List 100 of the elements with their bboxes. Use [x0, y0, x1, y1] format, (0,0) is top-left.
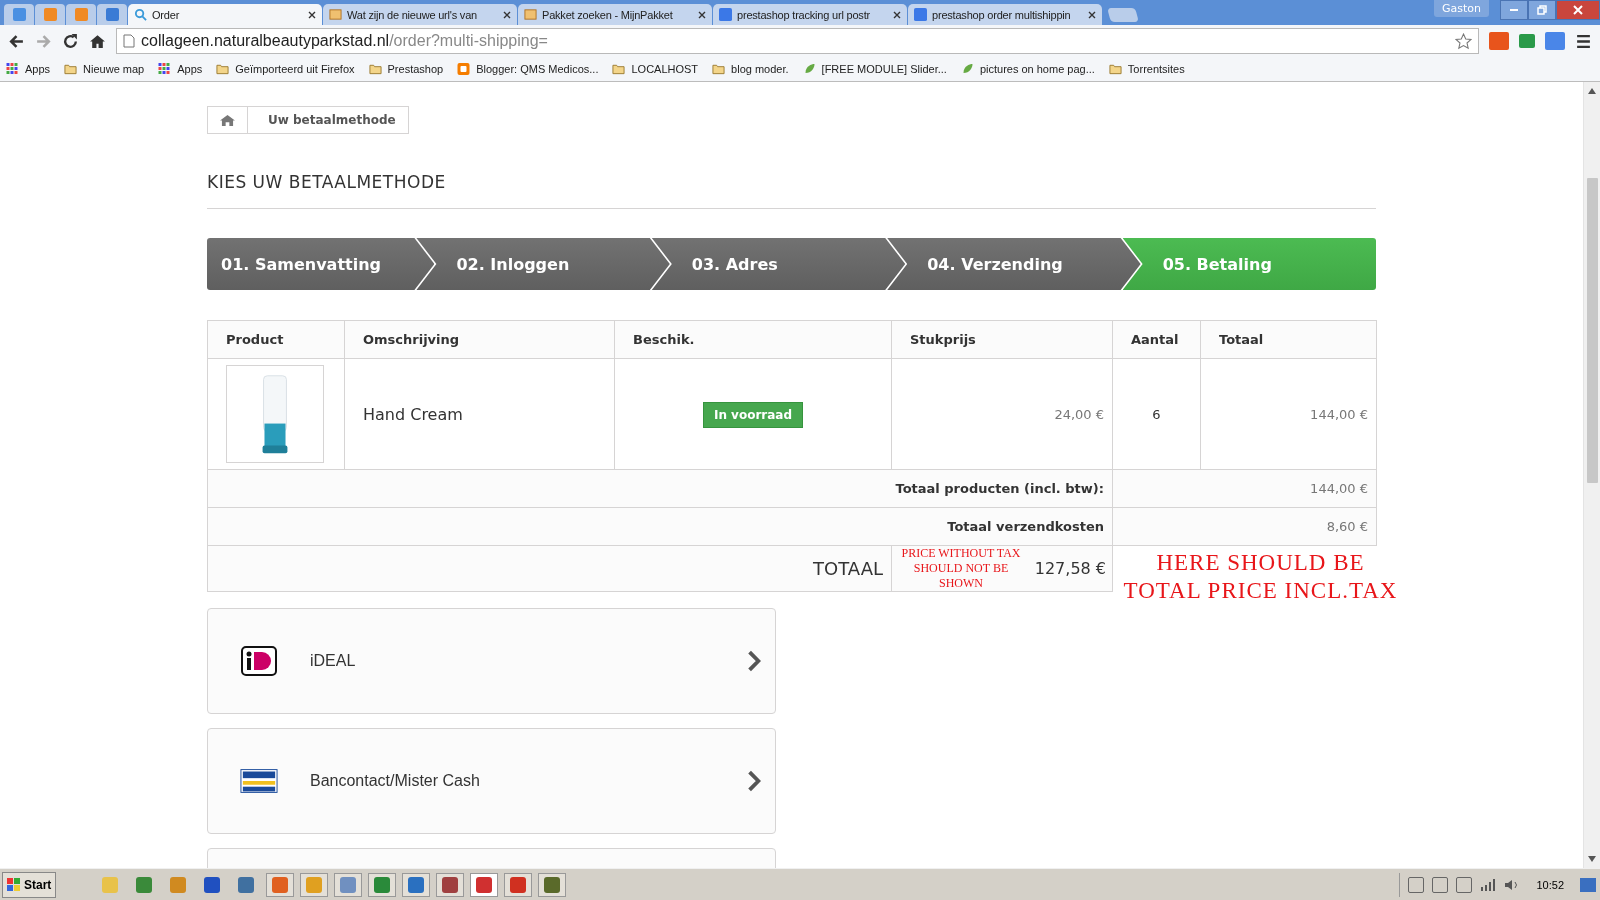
restore-button[interactable]: [1528, 0, 1556, 20]
close-icon[interactable]: [893, 10, 901, 19]
close-icon[interactable]: [698, 10, 706, 19]
site-icon: [74, 8, 88, 21]
taskbar-app-icon[interactable]: [504, 872, 533, 897]
browser-tab[interactable]: Order: [128, 4, 322, 25]
site-icon: [12, 8, 26, 21]
address-bar[interactable]: collageen.naturalbeautyparkstad.nl/order?multi-shipping=: [116, 28, 1479, 54]
browser-tab[interactable]: Wat zijn de nieuwe url's van: [323, 4, 517, 25]
total-value: 144,00 €: [1112, 469, 1377, 508]
search-icon: [134, 8, 147, 21]
bookmark[interactable]: LOCALHOST: [612, 63, 699, 75]
pinned-tab[interactable]: [4, 4, 34, 25]
taskbar-app-icon[interactable]: [538, 872, 567, 897]
taskbar-app-icon[interactable]: [470, 872, 499, 897]
taskbar-app-icon[interactable]: [368, 872, 397, 897]
close-icon[interactable]: [503, 10, 511, 19]
folder-icon: [712, 63, 726, 75]
close-icon[interactable]: [308, 10, 316, 19]
back-icon[interactable]: [8, 32, 25, 50]
checkout-step[interactable]: 04. Verzending: [887, 238, 1141, 290]
annotation-text: PRICE WITHOUT TAX SHOULD NOT BE SHOWN: [900, 546, 1022, 591]
menu-icon[interactable]: [1575, 32, 1592, 50]
browser-tab[interactable]: Pakket zoeken - MijnPakket: [518, 4, 712, 25]
line-total: 144,00 €: [1200, 358, 1377, 470]
payment-option[interactable]: Bancontact/Mister Cash: [207, 728, 776, 834]
chevron-right-icon: [747, 770, 761, 792]
grand-total-value: 127,58 €: [1034, 559, 1106, 578]
bookmark[interactable]: Nieuwe map: [64, 63, 145, 75]
browser-tab[interactable]: prestashop order multishippin: [908, 4, 1102, 25]
column-header: Aantal: [1112, 320, 1201, 359]
windows-logo-icon: [7, 877, 21, 892]
checkout-step[interactable]: 02. Inloggen: [416, 238, 670, 290]
page-heading: KIES UW BETAALMETHODE: [207, 172, 1376, 209]
product-name: Hand Cream: [344, 358, 615, 470]
page-icon: [524, 8, 537, 21]
checkout-step[interactable]: 03. Adres: [651, 238, 906, 290]
restore-icon: [1537, 5, 1547, 15]
column-header: Stukprijs: [891, 320, 1113, 359]
site-icon: [43, 8, 57, 21]
column-header: Product: [207, 320, 345, 359]
start-button[interactable]: Start: [2, 871, 57, 898]
scroll-up-icon[interactable]: [1588, 88, 1596, 94]
folder-icon: [1108, 63, 1122, 75]
pinned-tab[interactable]: [97, 4, 127, 25]
page-icon: [329, 8, 342, 21]
bookmark[interactable]: blog moder.: [712, 63, 789, 75]
close-icon: [1573, 5, 1583, 15]
apps-grid-icon: [6, 63, 19, 75]
taskbar-app-icon[interactable]: [402, 872, 431, 897]
bookmark[interactable]: Apps: [6, 63, 51, 75]
folder-icon: [612, 63, 626, 75]
new-tab-button[interactable]: [1107, 8, 1139, 22]
home-icon: [220, 113, 235, 127]
total-label: Totaal producten (incl. btw):: [207, 469, 1113, 508]
chevron-right-icon: [747, 650, 761, 672]
minimize-button[interactable]: [1500, 0, 1528, 20]
minimize-icon: [1509, 9, 1519, 11]
close-icon[interactable]: [1088, 10, 1096, 19]
forward-icon[interactable]: [35, 32, 52, 50]
column-header: Omschrijving: [344, 320, 615, 359]
taskbar-app-icon[interactable]: [436, 872, 465, 897]
tray-icon[interactable]: [1432, 876, 1449, 893]
bookmark[interactable]: Torrentsites: [1108, 63, 1185, 75]
bookmark[interactable]: Prestashop: [368, 63, 444, 75]
reload-icon[interactable]: [62, 32, 79, 50]
taskbar-app-icon[interactable]: [334, 872, 363, 897]
scrollbar[interactable]: [1583, 82, 1600, 868]
blogger-icon: [457, 63, 471, 75]
ideal-logo-icon: [240, 646, 278, 676]
grand-total-label: TOTAAL: [207, 545, 892, 592]
folder-icon: [64, 63, 78, 75]
checkout-step[interactable]: 01. Samenvatting: [207, 238, 435, 290]
taskbar-app-icon[interactable]: [266, 872, 295, 897]
page-icon: [123, 34, 135, 48]
bookmark[interactable]: Apps: [158, 63, 203, 75]
stock-badge: In voorraad: [702, 401, 804, 428]
unit-price: 24,00 €: [891, 358, 1113, 470]
close-button[interactable]: [1556, 0, 1600, 20]
column-header: Totaal: [1200, 320, 1377, 359]
taskbar-app-icon[interactable]: [300, 872, 329, 897]
star-icon[interactable]: [1455, 32, 1472, 50]
signal-icon[interactable]: [1480, 878, 1497, 891]
browser-tab[interactable]: prestashop tracking url postr: [713, 4, 907, 25]
bookmark[interactable]: pictures on home pag...: [960, 63, 1095, 75]
show-desktop-button[interactable]: [1580, 877, 1596, 892]
apps-grid-icon: [158, 63, 172, 75]
scroll-down-icon[interactable]: [1588, 856, 1596, 862]
folder-icon: [368, 63, 382, 75]
breadcrumb-item: Uw betaalmethode: [267, 112, 397, 129]
column-header: Beschik.: [614, 320, 892, 359]
bookmark[interactable]: Geïmporteerd uit Firefox: [216, 63, 355, 75]
quantity: 6: [1112, 358, 1201, 470]
bookmark[interactable]: [FREE MODULE] Slider...: [802, 63, 947, 75]
payment-option[interactable]: iDEAL: [207, 608, 776, 714]
bookmark[interactable]: Blogger: QMS Medicos...: [457, 63, 599, 75]
home-icon[interactable]: [89, 32, 106, 50]
site-icon: [105, 8, 119, 21]
total-value: 8,60 €: [1112, 507, 1377, 546]
annotation-text: HERE SHOULD BE TOTAL PRICE INCL.TAX: [1123, 549, 1398, 605]
